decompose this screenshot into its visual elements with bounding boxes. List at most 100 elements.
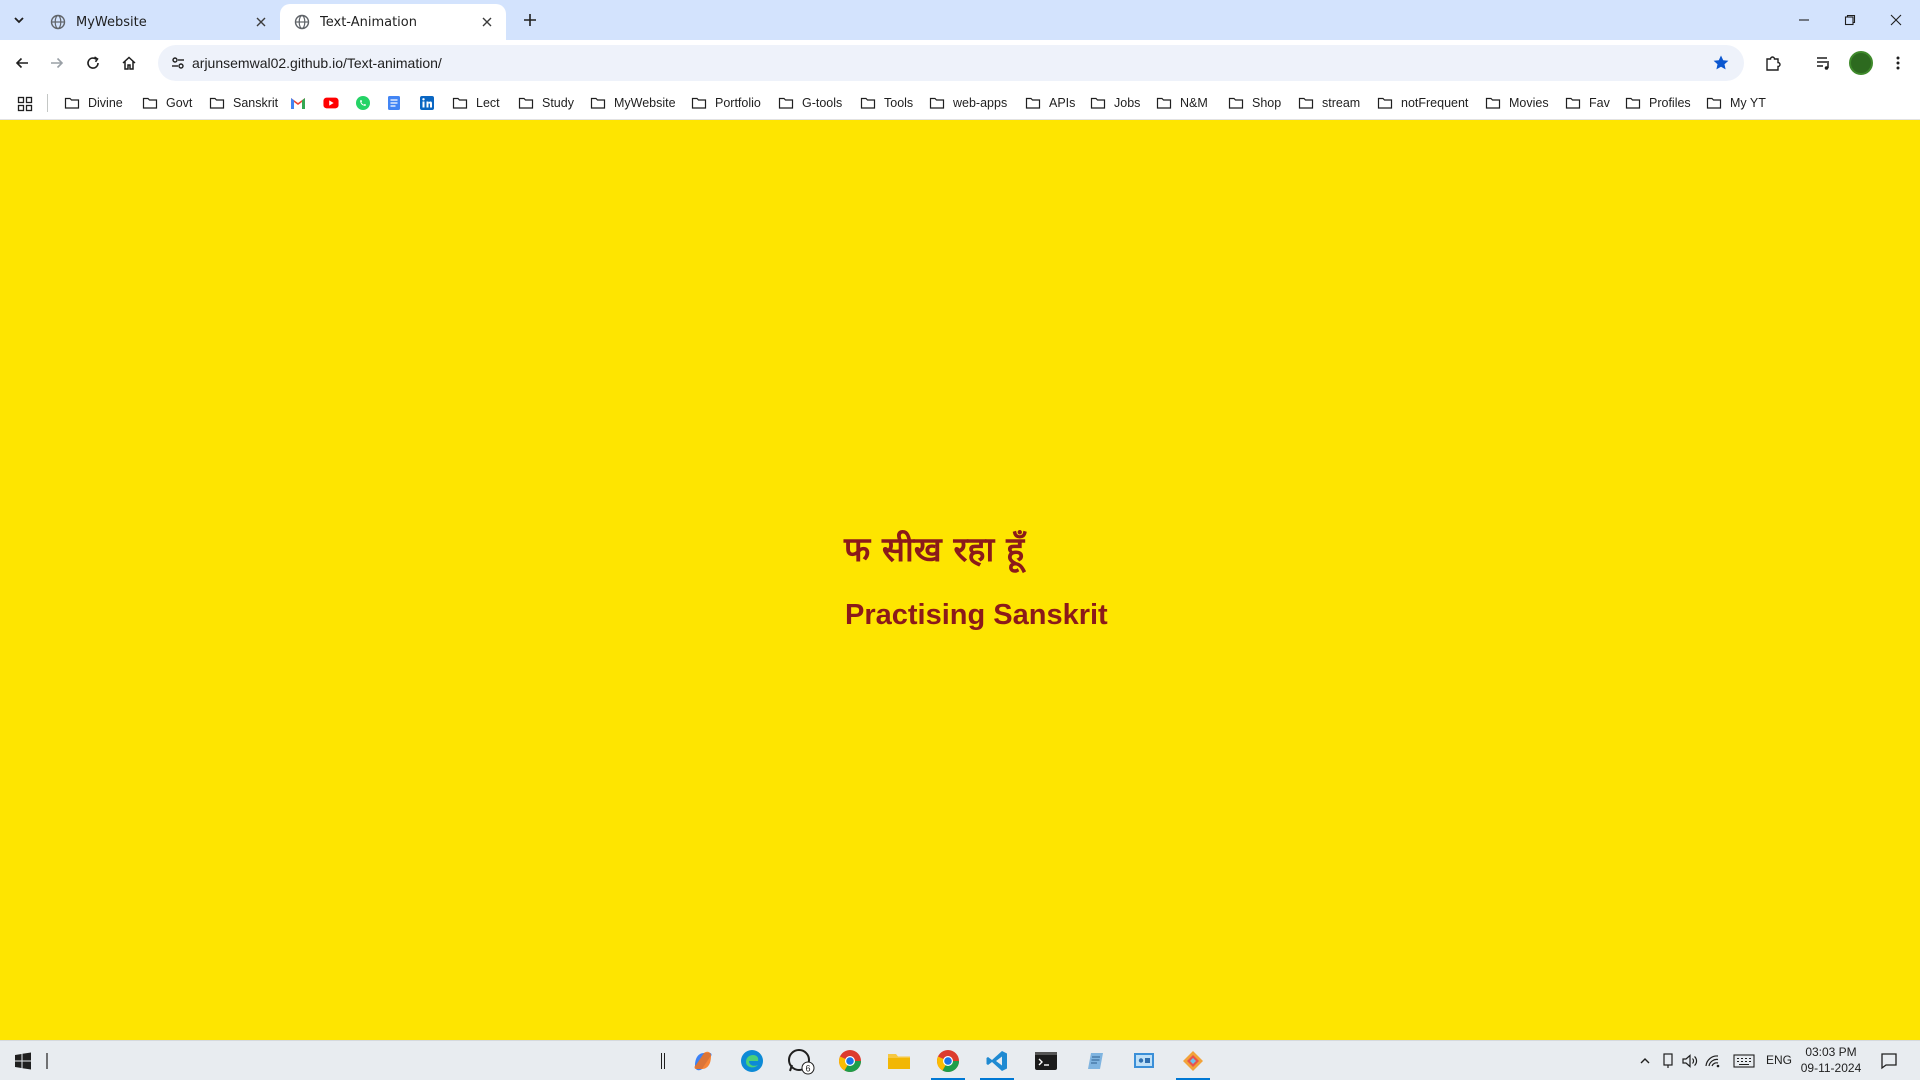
bookmark-stream[interactable]: stream bbox=[1298, 91, 1360, 115]
puzzle-icon bbox=[1766, 56, 1781, 71]
tray-device-button[interactable] bbox=[1659, 1051, 1677, 1071]
taskbar-copilot[interactable] bbox=[686, 1045, 720, 1077]
taskbar-chrome-active[interactable] bbox=[931, 1045, 965, 1080]
clock[interactable]: 03:03 PM 09-11-2024 bbox=[1796, 1044, 1866, 1076]
edge-icon bbox=[741, 1050, 763, 1072]
bookmark-movies[interactable]: Movies bbox=[1485, 91, 1549, 115]
bookmark-web-apps[interactable]: web-apps bbox=[929, 91, 1007, 115]
notifications-button[interactable] bbox=[1878, 1051, 1900, 1071]
start-button[interactable] bbox=[6, 1045, 40, 1077]
folder-icon bbox=[888, 1054, 910, 1069]
taskbar-whatsapp[interactable]: 6 bbox=[784, 1045, 818, 1077]
bookmark-mywebsite[interactable]: MyWebsite bbox=[590, 91, 676, 115]
forward-button[interactable] bbox=[43, 49, 71, 77]
show-hidden-icons-button[interactable] bbox=[1636, 1051, 1654, 1071]
address-bar[interactable]: arjunsemwal02.github.io/Text-animation/ bbox=[158, 45, 1744, 81]
bookmark-my-yt[interactable]: My YT bbox=[1706, 91, 1766, 115]
linkedin-icon bbox=[419, 95, 435, 111]
folder-icon bbox=[1625, 95, 1641, 111]
bookmark-label: Divine bbox=[88, 96, 123, 110]
close-icon[interactable] bbox=[252, 13, 270, 31]
new-tab-button[interactable] bbox=[518, 8, 542, 32]
back-button[interactable] bbox=[8, 49, 36, 77]
bookmark-youtube[interactable] bbox=[323, 91, 339, 115]
folder-icon bbox=[64, 95, 80, 111]
bookmark-label: notFrequent bbox=[1401, 96, 1469, 110]
bookmark-docs[interactable] bbox=[386, 91, 402, 115]
taskbar-app[interactable] bbox=[1176, 1045, 1210, 1080]
bookmark-lect[interactable]: Lect bbox=[452, 91, 500, 115]
bookmark-portfolio[interactable]: Portfolio bbox=[691, 91, 761, 115]
bookmark-label: Sanskrit bbox=[233, 96, 279, 110]
bookmark-sanskrit[interactable]: Sanskrit bbox=[209, 91, 278, 115]
folder-icon bbox=[590, 95, 606, 111]
chrome-icon bbox=[937, 1050, 959, 1072]
chrome-icon bbox=[839, 1050, 861, 1072]
bookmark-label: APIs bbox=[1049, 96, 1076, 110]
taskbar-file-explorer[interactable] bbox=[882, 1045, 916, 1077]
taskbar-edge[interactable] bbox=[735, 1045, 769, 1077]
menu-button[interactable] bbox=[1884, 49, 1912, 77]
home-icon bbox=[122, 56, 136, 70]
bookmark-study[interactable]: Study bbox=[518, 91, 574, 115]
touch-keyboard-button[interactable] bbox=[1733, 1051, 1755, 1071]
bookmark-notfrequent[interactable]: notFrequent bbox=[1377, 91, 1468, 115]
profile-avatar[interactable] bbox=[1849, 51, 1873, 75]
bookmark-gmail[interactable] bbox=[290, 91, 306, 115]
minimize-button[interactable] bbox=[1781, 0, 1827, 40]
taskbar-terminal[interactable] bbox=[1029, 1045, 1063, 1077]
whatsapp-icon bbox=[355, 95, 371, 111]
bookmark-govt[interactable]: Govt bbox=[142, 91, 192, 115]
folder-icon bbox=[142, 95, 158, 111]
wifi-icon bbox=[1705, 1055, 1720, 1068]
taskbar-control-panel[interactable] bbox=[1127, 1045, 1161, 1077]
tab-text-animation[interactable]: Text-Animation bbox=[280, 4, 506, 40]
more-vert-icon bbox=[1896, 56, 1900, 70]
bookmark-fav[interactable]: Fav bbox=[1565, 91, 1610, 115]
close-icon[interactable] bbox=[478, 13, 496, 31]
hindi-heading: फ सीख रहा हूँ bbox=[844, 530, 1025, 570]
bookmark-profiles[interactable]: Profiles bbox=[1625, 91, 1691, 115]
bookmark-star-button[interactable] bbox=[1708, 50, 1734, 76]
browser-toolbar: arjunsemwal02.github.io/Text-animation/ bbox=[0, 40, 1920, 86]
home-button[interactable] bbox=[115, 49, 143, 77]
bookmark-n-m[interactable]: N&M bbox=[1156, 91, 1208, 115]
extensions-button[interactable] bbox=[1759, 49, 1787, 77]
windows-logo-icon bbox=[15, 1052, 31, 1070]
input-language[interactable]: ENG bbox=[1766, 1053, 1792, 1067]
url-text[interactable]: arjunsemwal02.github.io/Text-animation/ bbox=[192, 45, 442, 81]
taskbar-vscode[interactable] bbox=[980, 1045, 1014, 1080]
restore-button[interactable] bbox=[1827, 0, 1873, 40]
chevron-down-icon bbox=[14, 17, 24, 24]
folder-icon bbox=[452, 95, 468, 111]
media-controls-button[interactable] bbox=[1810, 49, 1838, 77]
bookmark-label: G-tools bbox=[802, 96, 843, 110]
close-window-button[interactable] bbox=[1873, 0, 1919, 40]
english-subheading: Practising Sanskrit bbox=[845, 599, 1108, 631]
bookmark-shop[interactable]: Shop bbox=[1228, 91, 1281, 115]
network-button[interactable] bbox=[1704, 1051, 1722, 1071]
tab-search-button[interactable] bbox=[6, 8, 32, 32]
bookmark-tools[interactable]: Tools bbox=[860, 91, 913, 115]
bookmark-apis[interactable]: APIs bbox=[1025, 91, 1075, 115]
bookmark-label: Jobs bbox=[1114, 96, 1141, 110]
bookmark-linkedin[interactable] bbox=[419, 91, 435, 115]
reload-button[interactable] bbox=[79, 49, 107, 77]
bookmark-whatsapp[interactable] bbox=[355, 91, 371, 115]
apps-button[interactable] bbox=[14, 93, 36, 115]
folder-icon bbox=[1298, 95, 1314, 111]
tab-mywebsite[interactable]: MyWebsite bbox=[36, 4, 280, 40]
taskbar-handle bbox=[40, 1045, 54, 1077]
bookmark-g-tools[interactable]: G-tools bbox=[778, 91, 842, 115]
taskbar-chrome-profile[interactable] bbox=[833, 1045, 867, 1077]
bookmark-divine[interactable]: Divine bbox=[64, 91, 123, 115]
tune-icon bbox=[172, 57, 184, 69]
bookmark-jobs[interactable]: Jobs bbox=[1090, 91, 1140, 115]
volume-button[interactable] bbox=[1681, 1051, 1699, 1071]
folder-icon bbox=[1156, 95, 1172, 111]
site-info-button[interactable] bbox=[164, 49, 192, 77]
keyboard-icon bbox=[1733, 1054, 1755, 1068]
folder-icon bbox=[929, 95, 945, 111]
bookmark-label: N&M bbox=[1180, 96, 1208, 110]
taskbar-notepad[interactable] bbox=[1078, 1045, 1112, 1077]
